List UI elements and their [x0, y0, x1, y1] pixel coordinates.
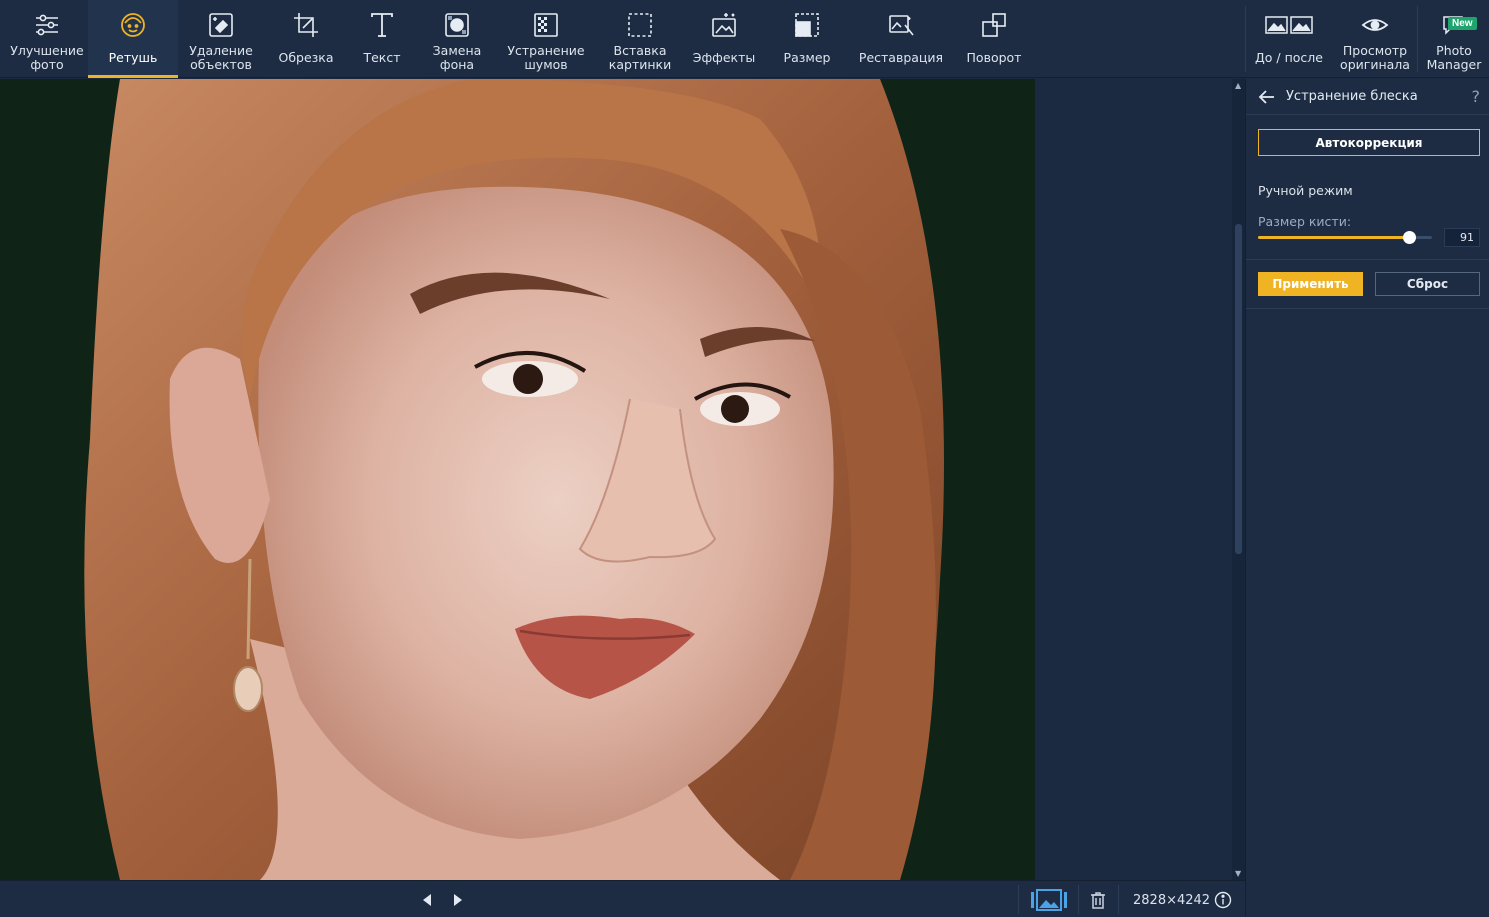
crop-icon	[291, 10, 321, 40]
previous-image-icon[interactable]	[420, 893, 434, 907]
tool-retouch[interactable]: Ретушь	[88, 0, 178, 78]
denoise-icon	[531, 10, 561, 40]
eraser-icon	[206, 10, 236, 40]
view-original-button[interactable]: Просмотр оригинала	[1334, 0, 1416, 78]
apply-button[interactable]: Применить	[1258, 272, 1363, 296]
panel-divider	[1246, 308, 1489, 309]
auto-correct-button[interactable]: Автокоррекция	[1258, 129, 1480, 156]
photo-manager-label: Photo Manager	[1426, 43, 1482, 72]
face-icon	[118, 10, 148, 40]
toolbar-separator	[1417, 6, 1418, 72]
image-gallery-icon[interactable]	[1030, 889, 1068, 911]
tool-label: Ретушь	[108, 50, 158, 65]
tool-denoise[interactable]: Устранение шумов	[500, 0, 592, 78]
panel-header: Устранение блеска ?	[1246, 79, 1489, 115]
brush-size-value-input[interactable]: 91	[1444, 228, 1480, 247]
portrait-illustration	[0, 79, 1035, 880]
tool-label: Текст	[363, 50, 401, 65]
portrait-photo[interactable]	[0, 79, 1035, 880]
tool-insert-image[interactable]: Вставка картинки	[600, 0, 680, 78]
background-replace-icon	[442, 10, 472, 40]
tool-label: Замена фона	[432, 43, 482, 72]
tool-label: Удаление объектов	[189, 43, 253, 72]
scrollbar-thumb[interactable]	[1235, 224, 1242, 554]
status-separator	[1078, 885, 1079, 914]
rotate-icon	[979, 10, 1009, 40]
tool-restoration[interactable]: Реставрация	[852, 0, 950, 78]
brush-size-slider-handle[interactable]	[1403, 231, 1417, 244]
info-icon[interactable]	[1214, 891, 1232, 909]
main-toolbar: Улучшение фото Ретушь Удаление объектов …	[0, 0, 1489, 78]
insert-image-icon	[625, 10, 655, 40]
status-bar: 2828×4242	[0, 880, 1245, 917]
manual-mode-label: Ручной режим	[1258, 183, 1353, 198]
tool-resize[interactable]: Размер	[770, 0, 844, 78]
text-icon	[367, 10, 397, 40]
tool-rotate[interactable]: Поворот	[958, 0, 1030, 78]
view-original-label: Просмотр оригинала	[1340, 43, 1410, 72]
toolbar-separator	[1245, 6, 1246, 72]
panel-title: Устранение блеска	[1286, 89, 1418, 104]
tool-label: Улучшение фото	[10, 43, 84, 72]
brush-size-slider[interactable]	[1258, 231, 1432, 244]
tool-crop[interactable]: Обрезка	[268, 0, 344, 78]
effects-icon	[709, 10, 739, 40]
tool-label: Поворот	[966, 50, 1022, 65]
tool-label: Вставка картинки	[608, 43, 672, 72]
scroll-down-arrow-icon[interactable]: ▼	[1235, 869, 1241, 878]
tool-text[interactable]: Текст	[348, 0, 416, 78]
scroll-up-arrow-icon[interactable]: ▲	[1235, 81, 1241, 90]
help-icon[interactable]: ?	[1472, 87, 1481, 106]
trash-icon[interactable]	[1090, 891, 1106, 909]
tool-remove-objects[interactable]: Удаление объектов	[178, 0, 264, 78]
image-dimensions: 2828×4242	[1133, 893, 1211, 908]
status-separator	[1018, 885, 1019, 914]
image-canvas[interactable]	[0, 79, 1232, 880]
eye-icon	[1360, 10, 1390, 40]
brush-size-label: Размер кисти:	[1258, 214, 1352, 229]
vertical-scrollbar[interactable]: ▲ ▼	[1232, 79, 1245, 880]
panel-divider	[1246, 259, 1489, 260]
new-badge: New	[1448, 17, 1477, 30]
next-image-icon[interactable]	[451, 893, 465, 907]
tool-enhance[interactable]: Улучшение фото	[4, 0, 90, 78]
restoration-icon	[886, 10, 916, 40]
tool-label: Размер	[783, 50, 831, 65]
status-separator	[1118, 885, 1119, 914]
before-after-icon	[1264, 10, 1314, 40]
tool-label: Реставрация	[858, 50, 944, 65]
back-arrow-icon[interactable]	[1258, 88, 1276, 106]
reset-button[interactable]: Сброс	[1375, 272, 1480, 296]
tool-label: Обрезка	[278, 50, 334, 65]
photo-manager-button[interactable]: Photo Manager	[1420, 0, 1488, 78]
tool-label: Устранение шумов	[507, 43, 585, 72]
tool-replace-background[interactable]: Замена фона	[418, 0, 496, 78]
resize-icon	[792, 10, 822, 40]
tool-effects[interactable]: Эффекты	[684, 0, 764, 78]
before-after-button[interactable]: До / после	[1250, 0, 1328, 78]
tool-label: Эффекты	[692, 50, 756, 65]
brush-size-slider-fill	[1258, 236, 1410, 239]
retouch-panel: Устранение блеска ? Автокоррекция Ручной…	[1245, 79, 1489, 917]
sliders-icon	[32, 10, 62, 40]
before-after-label: До / после	[1255, 50, 1323, 65]
